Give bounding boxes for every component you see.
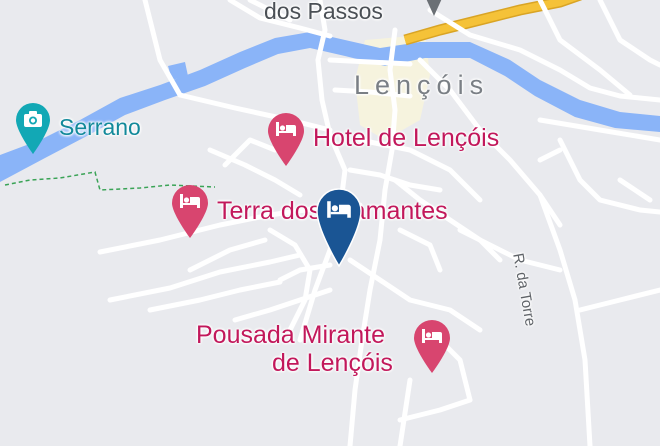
bed-icon [179, 193, 201, 209]
camera-icon [23, 110, 43, 128]
town-label: Lençóis [354, 70, 490, 100]
place-label-dos-passos: dos Passos [264, 0, 383, 24]
attraction-label[interactable]: Serrano [59, 116, 141, 139]
selected-hotel-pin[interactable] [314, 186, 364, 268]
hotel-pin-terra-dos-diamantes[interactable] [170, 183, 210, 239]
hotel-label-pousada-mirante-line1[interactable]: Pousada Mirante [196, 323, 385, 348]
hotel-label-pousada-mirante-line2[interactable]: de Lençóis [272, 351, 393, 376]
bed-icon [421, 328, 443, 344]
hotel-pin-hotel-de-lencois[interactable] [266, 111, 306, 167]
hotel-label-hotel-de-lencois[interactable]: Hotel de Lençóis [313, 126, 499, 151]
bed-icon [326, 200, 352, 219]
hotel-pin-pousada-mirante[interactable] [412, 318, 452, 374]
map-canvas[interactable]: dos Passos Lençóis R. da Torre Serrano H… [0, 0, 660, 446]
top-place-marker [420, 0, 448, 20]
attraction-pin-serrano[interactable] [14, 101, 52, 155]
bed-icon [275, 121, 297, 137]
